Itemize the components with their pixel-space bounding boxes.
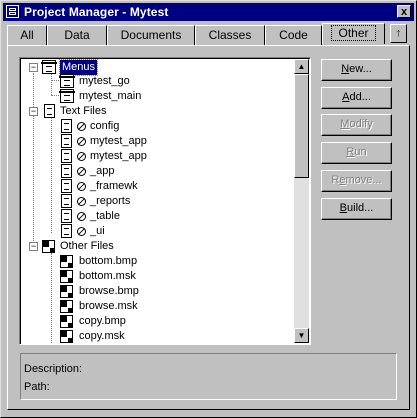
run-button[interactable]: Run <box>321 142 392 164</box>
project-manager-window: Project Manager - Mytest x All Data Docu… <box>0 0 417 418</box>
tree-item-label: _table <box>90 210 120 222</box>
tree-item-label: mytest_app <box>90 135 147 147</box>
tab-data[interactable]: Data <box>47 25 107 45</box>
text-file-icon <box>61 134 72 148</box>
tree-item[interactable]: bottom.msk <box>21 269 301 284</box>
tree-item-label: config <box>90 120 120 132</box>
scroll-down-button[interactable]: ▼ <box>294 328 309 343</box>
tree-item[interactable]: _app <box>21 164 301 179</box>
text-file-icon <box>61 164 72 178</box>
exclude-icon <box>77 212 86 221</box>
tree-vertical-scrollbar[interactable]: ▲ ▼ <box>294 59 309 343</box>
text-file-icon <box>61 209 72 223</box>
tree-item[interactable]: mytest_go <box>21 74 301 89</box>
tree-group-label: Menus <box>58 59 99 76</box>
collapse-arrow-button[interactable]: ↑ <box>390 24 407 43</box>
description-box: Description: Path: <box>20 353 397 400</box>
path-label: Path: <box>24 381 50 393</box>
scroll-thumb[interactable] <box>294 74 309 178</box>
tree-item[interactable]: mytest_main <box>21 89 301 104</box>
tree-item-label: mytest_main <box>79 90 142 102</box>
menu-icon <box>41 60 57 74</box>
other-file-icon <box>60 285 73 298</box>
tree-item[interactable]: _framewk <box>21 179 301 194</box>
tree-item-label: bottom.msk <box>79 270 136 282</box>
title-bar[interactable]: Project Manager - Mytest x <box>3 3 414 21</box>
file-tree[interactable]: − Menus mytest_go mytest_main − Text Fil… <box>19 57 311 345</box>
tree-group-text-files[interactable]: − Text Files <box>21 104 301 119</box>
remove-button[interactable]: Remove... <box>321 170 392 192</box>
other-file-icon <box>42 240 55 253</box>
tree-item[interactable]: _ui <box>21 224 301 239</box>
tree-item[interactable]: browse.bmp <box>21 284 301 299</box>
description-label: Description: <box>24 363 83 375</box>
tree-item-label: copy.bmp <box>79 315 126 327</box>
tree-item[interactable]: copy.bmp <box>21 314 301 329</box>
other-file-icon <box>60 315 73 328</box>
tree-item-label: _ui <box>90 225 105 237</box>
tab-all[interactable]: All <box>7 25 47 45</box>
tree-item-label: _reports <box>90 195 131 207</box>
tab-documents[interactable]: Documents <box>107 25 195 45</box>
modify-button[interactable]: Modify <box>321 114 392 136</box>
scroll-up-button[interactable]: ▲ <box>294 59 309 74</box>
tree-item[interactable]: copy.msk <box>21 329 301 344</box>
tree-item-label: mytest_app <box>90 150 147 162</box>
text-file-icon <box>61 149 72 163</box>
tree-item-label: _app <box>90 165 115 177</box>
collapse-text-files-expander[interactable]: − <box>29 107 38 116</box>
exclude-icon <box>77 137 86 146</box>
other-file-icon <box>60 270 73 283</box>
tree-item[interactable]: mytest_app <box>21 134 301 149</box>
close-button[interactable]: x <box>397 5 411 18</box>
menu-icon <box>59 74 75 88</box>
exclude-icon <box>77 182 86 191</box>
window-title: Project Manager - Mytest <box>24 5 169 19</box>
other-file-icon <box>60 330 73 343</box>
build-button[interactable]: Build... <box>321 198 392 220</box>
collapse-menus-expander[interactable]: − <box>29 63 38 72</box>
other-file-icon <box>60 255 73 268</box>
tree-item-label: mytest_go <box>79 75 130 87</box>
tab-classes[interactable]: Classes <box>195 25 265 45</box>
new-button[interactable]: New... <box>321 59 392 81</box>
exclude-icon <box>77 152 86 161</box>
text-file-icon <box>44 104 55 118</box>
tree-item[interactable]: mytest_app <box>21 149 301 164</box>
tree-item-label: browse.msk <box>79 300 138 312</box>
exclude-icon <box>77 167 86 176</box>
tree-item-label: _framewk <box>90 180 138 192</box>
exclude-icon <box>77 197 86 206</box>
project-manager-icon <box>6 5 19 18</box>
tree-item[interactable]: config <box>21 119 301 134</box>
collapse-other-files-expander[interactable]: − <box>29 242 38 251</box>
exclude-icon <box>77 122 86 131</box>
tree-group-menus[interactable]: − Menus <box>21 59 301 76</box>
tree-item[interactable]: bottom.bmp <box>21 254 301 269</box>
text-file-icon <box>61 119 72 133</box>
menu-icon <box>59 89 75 103</box>
tree-group-label: Text Files <box>60 105 107 117</box>
tab-code[interactable]: Code <box>265 25 322 45</box>
tree-group-label: Other Files <box>60 240 114 252</box>
exclude-icon <box>77 227 86 236</box>
text-file-icon <box>61 179 72 193</box>
add-button[interactable]: Add... <box>321 87 392 109</box>
text-file-icon <box>61 194 72 208</box>
tree-item[interactable]: _reports <box>21 194 301 209</box>
tree-item[interactable]: _table <box>21 209 301 224</box>
other-file-icon <box>60 300 73 313</box>
tree-item[interactable]: browse.msk <box>21 299 301 314</box>
text-file-icon <box>61 224 72 238</box>
tree-item-label: bottom.bmp <box>79 255 138 267</box>
tree-item-label: browse.bmp <box>79 285 139 297</box>
tree-group-other-files[interactable]: − Other Files <box>21 239 301 254</box>
tab-other[interactable]: Other <box>322 23 385 44</box>
tree-item-label: copy.msk <box>79 330 125 342</box>
